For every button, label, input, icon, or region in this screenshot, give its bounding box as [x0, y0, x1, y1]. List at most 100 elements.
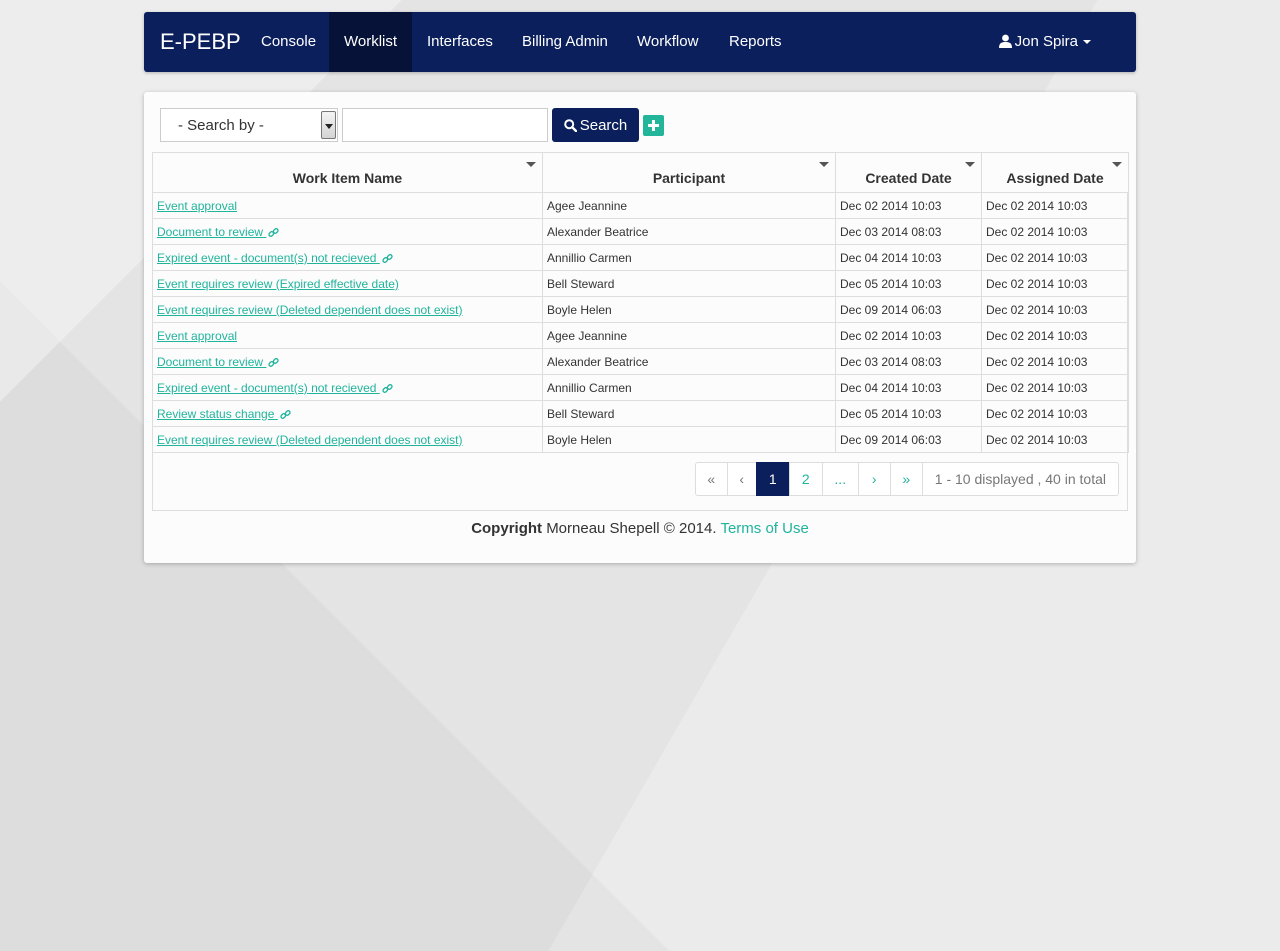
search-button-label: Search	[579, 117, 628, 134]
user-name: Jon Spira	[1014, 33, 1078, 50]
work-item-link[interactable]: Event approval	[157, 329, 237, 343]
work-item-cell: Document to review	[152, 348, 543, 375]
assigned-date-cell: Dec 02 2014 10:03	[981, 218, 1129, 245]
assigned-date-cell: Dec 02 2014 10:03	[981, 374, 1129, 401]
copyright-label: Copyright	[471, 520, 543, 537]
search-by-value: - Search by -	[178, 117, 264, 134]
page-info: 1 - 10 displayed , 40 in total	[921, 462, 1119, 496]
column-header-work-item-name[interactable]: Work Item Name	[152, 152, 543, 193]
assigned-date-cell: Dec 02 2014 10:03	[981, 400, 1129, 427]
pagination: « ‹ 1 2 ... › » 1 - 10 displayed , 40 in…	[694, 462, 1119, 496]
page-1-button[interactable]: 1	[755, 462, 790, 496]
nav-interfaces[interactable]: Interfaces	[412, 12, 508, 72]
work-item-cell: Review status change	[152, 400, 543, 427]
nav-billing-admin[interactable]: Billing Admin	[507, 12, 623, 72]
assigned-date-cell: Dec 02 2014 10:03	[981, 296, 1129, 323]
work-item-cell: Event requires review (Deleted dependent…	[152, 426, 543, 453]
page-prev-button[interactable]: ‹	[726, 462, 757, 496]
work-item-cell: Event approval	[152, 192, 543, 219]
link-icon	[380, 381, 393, 395]
work-item-link[interactable]: Event requires review (Deleted dependent…	[157, 433, 463, 447]
worklist-table: Work Item Name Participant Created Date …	[152, 152, 1129, 453]
work-item-link[interactable]: Document to review	[157, 225, 280, 239]
work-item-cell: Expired event - document(s) not recieved	[152, 374, 543, 401]
page-last-button[interactable]: »	[889, 462, 923, 496]
sort-caret-icon[interactable]	[526, 162, 536, 167]
user-menu[interactable]: Jon Spira	[998, 12, 1091, 72]
created-date-cell: Dec 09 2014 06:03	[835, 296, 982, 323]
participant-cell: Agee Jeannine	[542, 192, 836, 219]
created-date-cell: Dec 02 2014 10:03	[835, 192, 982, 219]
created-date-cell: Dec 03 2014 08:03	[835, 348, 982, 375]
participant-cell: Bell Steward	[542, 400, 836, 427]
link-icon	[380, 251, 393, 265]
copyright-text: Morneau Shepell © 2014.	[546, 520, 717, 537]
link-icon	[266, 225, 280, 239]
work-item-link[interactable]: Review status change	[157, 407, 291, 421]
work-item-cell: Event requires review (Deleted dependent…	[152, 296, 543, 323]
work-item-link[interactable]: Event approval	[157, 199, 237, 213]
work-item-link[interactable]: Expired event - document(s) not recieved	[157, 251, 393, 265]
search-button[interactable]: Search	[552, 108, 639, 142]
search-input[interactable]	[342, 108, 548, 142]
created-date-cell: Dec 02 2014 10:03	[835, 322, 982, 349]
worklist-panel: - Search by - Search Work Item Name Part…	[144, 92, 1136, 563]
participant-cell: Alexander Beatrice	[542, 218, 836, 245]
created-date-cell: Dec 09 2014 06:03	[835, 426, 982, 453]
participant-cell: Bell Steward	[542, 270, 836, 297]
work-item-link[interactable]: Document to review	[157, 355, 280, 369]
page-2-button[interactable]: 2	[788, 462, 823, 496]
worklist-grid: Work Item Name Participant Created Date …	[152, 152, 1129, 511]
page-ellipsis[interactable]: ...	[821, 462, 859, 496]
nav-worklist[interactable]: Worklist	[329, 12, 413, 72]
nav-reports[interactable]: Reports	[714, 12, 797, 72]
user-icon	[998, 34, 1012, 48]
created-date-cell: Dec 04 2014 10:03	[835, 244, 982, 271]
assigned-date-cell: Dec 02 2014 10:03	[981, 348, 1129, 375]
column-header-assigned-date[interactable]: Assigned Date	[981, 152, 1129, 193]
created-date-cell: Dec 03 2014 08:03	[835, 218, 982, 245]
page-next-button[interactable]: ›	[857, 462, 891, 496]
sort-caret-icon[interactable]	[819, 162, 829, 167]
terms-of-use-link[interactable]: Terms of Use	[720, 520, 808, 537]
table-row[interactable]: Document to review Alexander Beatrice Dec…	[152, 348, 1129, 375]
work-item-cell: Event approval	[152, 322, 543, 349]
assigned-date-cell: Dec 02 2014 10:03	[981, 192, 1129, 219]
add-button[interactable]	[643, 115, 664, 136]
top-navbar: E-PEBP Console Worklist Interfaces Billi…	[144, 12, 1136, 72]
table-row[interactable]: Event requires review (Expired effective…	[152, 270, 1129, 297]
column-header-created-date[interactable]: Created Date	[835, 152, 982, 193]
sort-caret-icon[interactable]	[965, 162, 975, 167]
link-icon	[278, 407, 291, 421]
assigned-date-cell: Dec 02 2014 10:03	[981, 244, 1129, 271]
created-date-cell: Dec 05 2014 10:03	[835, 270, 982, 297]
search-by-select[interactable]: - Search by -	[160, 108, 338, 142]
sort-caret-icon[interactable]	[1112, 162, 1122, 167]
table-row[interactable]: Event requires review (Deleted dependent…	[152, 296, 1129, 323]
page-first-button[interactable]: «	[694, 462, 728, 496]
table-row[interactable]: Event approval Agee Jeannine Dec 02 2014 1…	[152, 192, 1129, 219]
work-item-link[interactable]: Event requires review (Expired effective…	[157, 277, 399, 291]
search-icon	[563, 119, 577, 133]
table-row[interactable]: Event approval Agee Jeannine Dec 02 2014 1…	[152, 322, 1129, 349]
table-row[interactable]: Expired event - document(s) not recieved…	[152, 374, 1129, 401]
participant-cell: Boyle Helen	[542, 426, 836, 453]
participant-cell: Agee Jeannine	[542, 322, 836, 349]
dropdown-arrow-icon[interactable]	[321, 111, 336, 139]
created-date-cell: Dec 04 2014 10:03	[835, 374, 982, 401]
chevron-down-icon	[1083, 40, 1091, 45]
work-item-cell: Expired event - document(s) not recieved	[152, 244, 543, 271]
table-row[interactable]: Event requires review (Deleted dependent…	[152, 426, 1129, 453]
nav-workflow[interactable]: Workflow	[622, 12, 713, 72]
table-row[interactable]: Document to review Alexander Beatrice Dec…	[152, 218, 1129, 245]
column-header-participant[interactable]: Participant	[542, 152, 836, 193]
table-row[interactable]: Review status change Bell Steward Dec 05 …	[152, 400, 1129, 427]
work-item-link[interactable]: Event requires review (Deleted dependent…	[157, 303, 463, 317]
brand-logo[interactable]: E-PEBP	[160, 28, 241, 56]
nav-console[interactable]: Console	[246, 12, 331, 72]
link-icon	[266, 355, 280, 369]
work-item-cell: Event requires review (Expired effective…	[152, 270, 543, 297]
work-item-link[interactable]: Expired event - document(s) not recieved	[157, 381, 393, 395]
table-row[interactable]: Expired event - document(s) not recieved…	[152, 244, 1129, 271]
assigned-date-cell: Dec 02 2014 10:03	[981, 270, 1129, 297]
